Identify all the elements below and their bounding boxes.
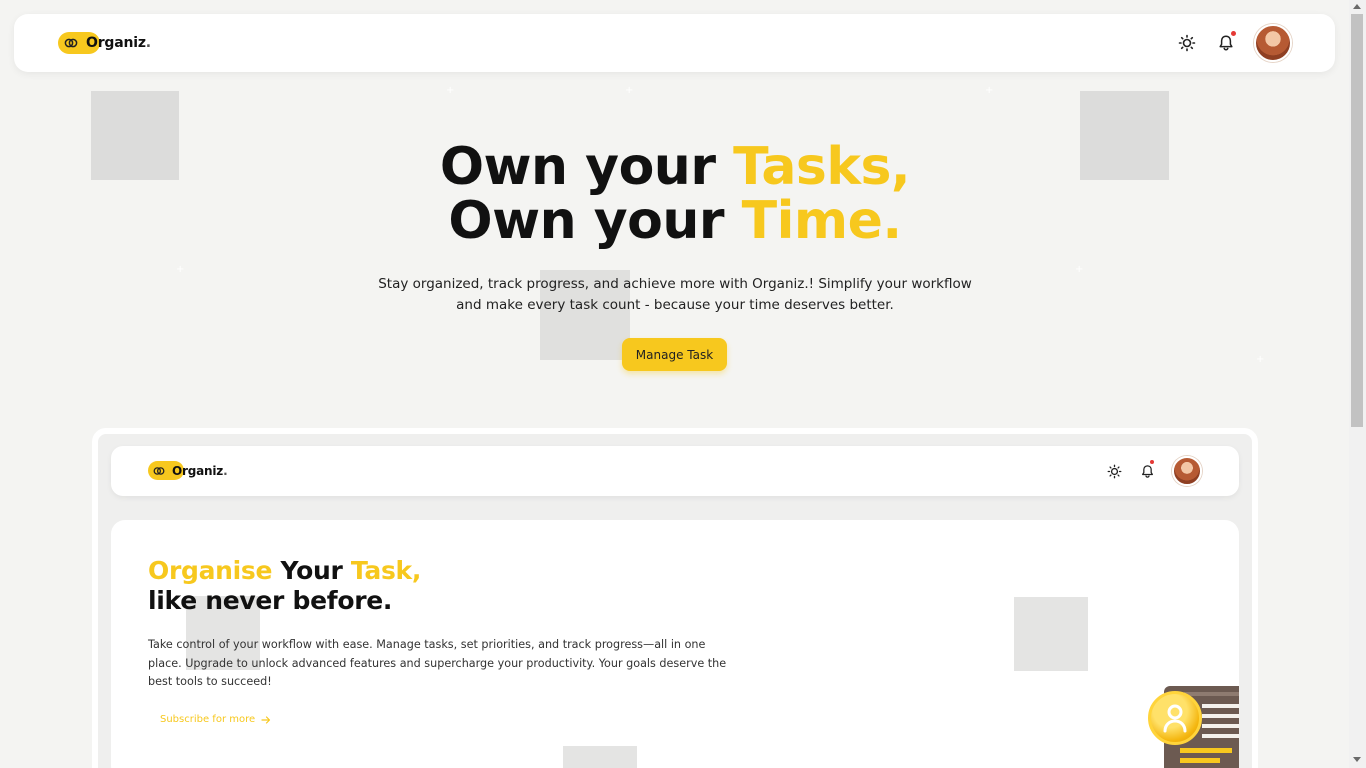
sparkle-icon: +: [625, 85, 634, 96]
image-placeholder: [563, 746, 637, 768]
notification-badge: [1231, 31, 1236, 36]
preview-avatar[interactable]: [1172, 456, 1202, 486]
sparkle-icon: +: [985, 85, 994, 96]
subscribe-link-label: Subscribe for more: [160, 714, 256, 725]
theme-toggle-button[interactable]: [1176, 32, 1198, 54]
bell-icon: [1219, 35, 1233, 51]
hero-subtitle: Stay organized, track progress, and achi…: [378, 276, 972, 313]
subscribe-link[interactable]: Subscribe for more: [160, 714, 271, 725]
page-scrollbar[interactable]: [1349, 0, 1366, 768]
image-placeholder: [1080, 91, 1169, 180]
manage-task-button[interactable]: Manage Task: [622, 338, 727, 371]
preview-theme-toggle-button[interactable]: [1103, 460, 1125, 482]
sparkle-icon: +: [1256, 354, 1265, 365]
link-rings-icon: [153, 466, 165, 475]
notification-badge: [1150, 460, 1154, 464]
top-nav: Organiz.: [14, 14, 1335, 72]
notifications-button[interactable]: [1215, 31, 1237, 54]
brand-logo[interactable]: Organiz.: [58, 32, 151, 54]
sun-icon: [1107, 464, 1121, 478]
sparkle-icon: +: [1075, 264, 1084, 275]
sparkle-icon: +: [446, 85, 455, 96]
brand-name: Organiz.: [86, 35, 151, 51]
link-rings-icon: [64, 38, 78, 48]
user-badge-illustration: [1148, 691, 1202, 745]
hero-title: Own your Tasks, Own your Time.: [439, 137, 911, 251]
scroll-thumb[interactable]: [1351, 14, 1363, 427]
brand-name: Organiz.: [172, 463, 228, 478]
scroll-down-arrow[interactable]: [1353, 757, 1361, 762]
avatar[interactable]: [1254, 24, 1292, 62]
image-placeholder: [91, 91, 179, 180]
sun-icon: [1178, 34, 1196, 52]
sparkle-icon: +: [176, 264, 185, 275]
user-icon: [1163, 704, 1187, 733]
arrow-right-icon: [261, 715, 271, 724]
scroll-up-arrow[interactable]: [1353, 4, 1361, 9]
preview-nav: Organiz.: [111, 446, 1239, 496]
preview-brand-logo[interactable]: Organiz.: [148, 461, 228, 480]
image-placeholder: [1014, 597, 1088, 671]
promo-title: Organise Your Task, like never before.: [148, 556, 422, 615]
promo-description: Take control of your workflow with ease.…: [148, 638, 727, 688]
bell-icon: [1141, 464, 1153, 478]
preview-notifications-button[interactable]: [1136, 460, 1158, 482]
